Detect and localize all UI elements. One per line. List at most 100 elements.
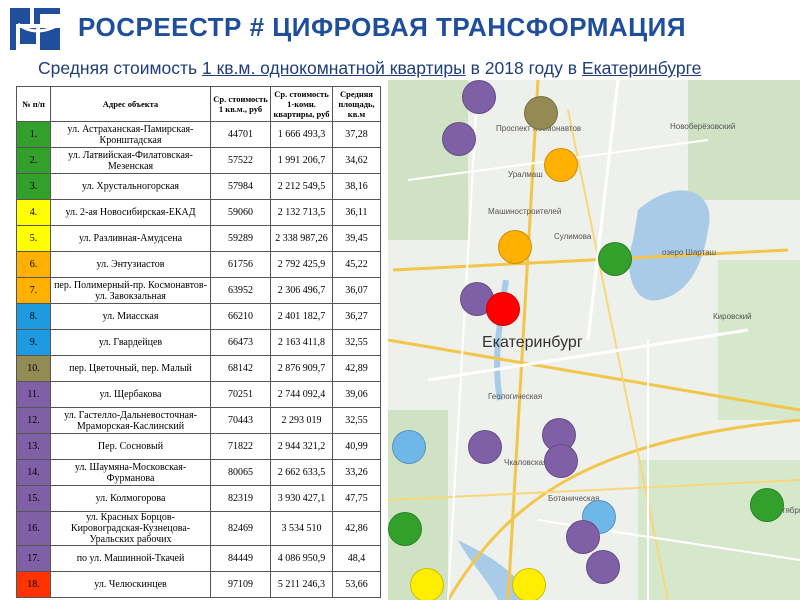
map-label: Новоберёзовский [670, 122, 736, 131]
row-number: 11. [16, 381, 51, 408]
map-marker[interactable] [544, 148, 578, 182]
row-apartment-price: 3 534 510 [270, 511, 333, 546]
page-subtitle: Средняя стоимость 1 кв.м. однокомнатной … [38, 58, 701, 79]
row-area: 38,16 [332, 173, 381, 200]
row-area: 32,55 [332, 329, 381, 356]
page-title: РОСРЕЕСТР # ЦИФРОВАЯ ТРАНСФОРМАЦИЯ [78, 12, 687, 42]
row-apartment-price: 5 211 246,3 [270, 571, 333, 598]
row-number: 1. [16, 121, 51, 148]
map-marker[interactable] [598, 242, 632, 276]
city-map[interactable]: Проспект Космонавтов Новоберёзовский Ура… [388, 80, 800, 600]
table-header-row: № п/п Адрес объекта Ср. стоимость 1 кв.м… [16, 86, 381, 122]
row-apartment-price: 2 662 633,5 [270, 459, 333, 486]
table-row: 15. ул. Колмогорова 82319 3 930 427,1 47,75 [16, 485, 381, 512]
row-area: 37,28 [332, 121, 381, 148]
row-apartment-price: 1 666 493,3 [270, 121, 333, 148]
row-number: 13. [16, 433, 51, 460]
row-price-per-sqm: 70443 [210, 407, 271, 434]
row-price-per-sqm: 68142 [210, 355, 271, 382]
table-row: 7. пер. Полимерный-пр. Космонавтов-ул. За… [16, 277, 381, 304]
row-apartment-price: 2 338 987,26 [270, 225, 333, 252]
row-price-per-sqm: 82319 [210, 485, 271, 512]
row-area: 47,75 [332, 485, 381, 512]
row-address: пер. Цветочный, пер. Малый [50, 355, 211, 382]
row-area: 53,66 [332, 571, 381, 598]
map-marker[interactable] [462, 80, 496, 114]
map-marker[interactable] [586, 550, 620, 584]
row-number: 10. [16, 355, 51, 382]
row-address: Пер. Сосновый [50, 433, 211, 460]
row-price-per-sqm: 59060 [210, 199, 271, 226]
row-address: ул. Шаумяна-Московская-Фурманова [50, 459, 211, 486]
row-price-per-sqm: 80065 [210, 459, 271, 486]
header-address: Адрес объекта [50, 86, 211, 122]
row-address: ул. Разливная-Амудсена [50, 225, 211, 252]
row-address: ул. Щербакова [50, 381, 211, 408]
row-area: 34,62 [332, 147, 381, 174]
map-marker[interactable] [388, 512, 422, 546]
header-apartment-price: Ср. стоимость 1-комн. квартиры, руб [270, 86, 333, 122]
map-marker[interactable] [486, 292, 520, 326]
map-label: Сулимова [554, 232, 592, 241]
row-price-per-sqm: 70251 [210, 381, 271, 408]
table-row: 8. ул. Миасская 66210 2 401 182,7 36,27 [16, 303, 381, 330]
row-price-per-sqm: 66473 [210, 329, 271, 356]
map-marker[interactable] [498, 230, 532, 264]
subtitle-part-4: Екатеринбурге [581, 58, 702, 78]
row-address: ул. 2-ая Новосибирская-ЕКАД [50, 199, 211, 226]
row-number: 6. [16, 251, 51, 278]
row-address: пер. Полимерный-пр. Космонавтов-ул. Заво… [50, 277, 211, 304]
table-row: 13. Пер. Сосновый 71822 2 944 321,2 40,99 [16, 433, 381, 460]
map-label: Чкаловская [504, 458, 548, 467]
table-row: 3. ул. Хрустальногорская 57984 2 212 549,5 3… [16, 173, 381, 200]
map-marker[interactable] [750, 488, 784, 522]
row-area: 36,27 [332, 303, 381, 330]
header-area: Средняя площадь, кв.м [332, 86, 381, 122]
subtitle-part-1: Средняя стоимость [38, 58, 202, 78]
row-number: 5. [16, 225, 51, 252]
table-row: 6. ул. Энтузиастов 61756 2 792 425,9 45,22 [16, 251, 381, 278]
row-area: 32,55 [332, 407, 381, 434]
table-row: 16. ул. Красных Борцов-Кировоградская-Куз… [16, 511, 381, 546]
table-row: 12. ул. Гастелло-Дальневосточная-Мраморск… [16, 407, 381, 434]
row-price-per-sqm: 61756 [210, 251, 271, 278]
map-marker[interactable] [392, 430, 426, 464]
row-price-per-sqm: 82469 [210, 511, 271, 546]
map-marker[interactable] [512, 568, 546, 600]
row-number: 14. [16, 459, 51, 486]
map-marker[interactable] [544, 444, 578, 478]
table-row: 11. ул. Щербакова 70251 2 744 092,4 39,06 [16, 381, 381, 408]
row-area: 40,99 [332, 433, 381, 460]
table-row: 1. ул. Астраханская-Памирская-Кронштадска… [16, 121, 381, 148]
row-price-per-sqm: 57522 [210, 147, 271, 174]
map-marker[interactable] [442, 122, 476, 156]
subtitle-part-2: 1 кв.м. однокомнатной квартиры [202, 58, 466, 78]
row-apartment-price: 2 212 549,5 [270, 173, 333, 200]
row-area: 42,86 [332, 511, 381, 546]
row-apartment-price: 2 944 321,2 [270, 433, 333, 460]
map-marker[interactable] [410, 568, 444, 600]
row-number: 4. [16, 199, 51, 226]
row-price-per-sqm: 97109 [210, 571, 271, 598]
row-area: 36,07 [332, 277, 381, 304]
rosreestr-logo [10, 8, 61, 50]
row-number: 18. [16, 571, 51, 598]
header-price-per-sqm: Ср. стоимость 1 кв.м., руб [210, 86, 271, 122]
row-address: ул. Хрустальногорская [50, 173, 211, 200]
row-area: 42,89 [332, 355, 381, 382]
row-price-per-sqm: 84449 [210, 545, 271, 572]
map-marker[interactable] [524, 96, 558, 130]
row-apartment-price: 4 086 950,9 [270, 545, 333, 572]
table-row: 18. ул. Челюскинцев 97109 5 211 246,3 53,66 [16, 571, 381, 598]
row-apartment-price: 2 744 092,4 [270, 381, 333, 408]
row-number: 17. [16, 545, 51, 572]
row-address: ул. Латвийская-Филатовская-Мезенская [50, 147, 211, 174]
row-area: 39,45 [332, 225, 381, 252]
row-address: по ул. Машинной-Ткачей [50, 545, 211, 572]
row-number: 8. [16, 303, 51, 330]
table-row: 10. пер. Цветочный, пер. Малый 68142 2 876 … [16, 355, 381, 382]
map-marker[interactable] [566, 520, 600, 554]
row-apartment-price: 2 132 713,5 [270, 199, 333, 226]
row-price-per-sqm: 71822 [210, 433, 271, 460]
map-marker[interactable] [468, 430, 502, 464]
